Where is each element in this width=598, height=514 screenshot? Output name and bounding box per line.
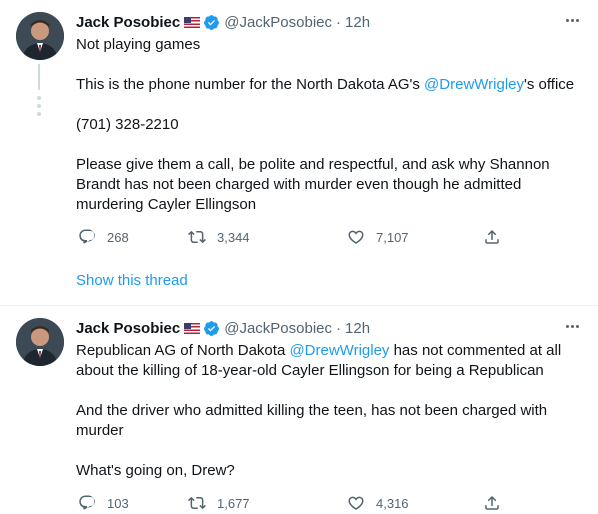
tweet-text: Republican AG of North Dakota @DrewWrigl… bbox=[76, 341, 586, 481]
tweet-line: Please give them a call, be polite and r… bbox=[76, 156, 550, 213]
reply-button[interactable]: 268 bbox=[78, 228, 129, 246]
text-segment: This is the phone number for the North D… bbox=[76, 76, 425, 93]
text-segment: Republican AG of North Dakota bbox=[76, 342, 290, 359]
tweet-line: And the driver who admitted killing the … bbox=[76, 402, 548, 439]
mention-link[interactable]: @DrewWrigley bbox=[424, 76, 524, 93]
timestamp[interactable]: 12h bbox=[345, 14, 370, 31]
share-button[interactable] bbox=[483, 228, 501, 246]
thread-line bbox=[38, 64, 40, 90]
like-count: 4,316 bbox=[376, 495, 409, 511]
tweet-line: (701) 328-2210 bbox=[76, 116, 179, 133]
like-button[interactable]: 7,107 bbox=[347, 228, 409, 246]
tweet-line: Not playing games bbox=[76, 36, 201, 53]
thread-connector bbox=[37, 96, 41, 120]
verified-badge-icon bbox=[204, 320, 220, 336]
verified-badge-icon bbox=[204, 14, 220, 30]
tweet-header: Jack Posobiec @JackPosobiec · 12h bbox=[76, 12, 370, 32]
tweet-line: What's going on, Drew? bbox=[76, 462, 235, 479]
us-flag-icon bbox=[184, 16, 201, 28]
text-segment: 's office bbox=[524, 76, 575, 93]
share-icon bbox=[485, 495, 499, 510]
retweet-button[interactable]: 3,344 bbox=[188, 228, 250, 246]
timestamp[interactable]: 12h bbox=[345, 320, 370, 337]
author-name[interactable]: Jack Posobiec bbox=[76, 14, 180, 31]
tweet-actions: 268 3,344 7,107 bbox=[76, 227, 516, 247]
reply-count: 268 bbox=[107, 229, 129, 245]
reply-icon bbox=[79, 495, 95, 510]
more-options-icon[interactable] bbox=[562, 316, 582, 336]
tweet-line: This is the phone number for the North D… bbox=[76, 75, 586, 95]
retweet-icon bbox=[188, 496, 206, 510]
tweet-actions: 103 1,677 4,316 bbox=[76, 493, 516, 513]
author-name[interactable]: Jack Posobiec bbox=[76, 320, 180, 337]
author-handle[interactable]: @JackPosobiec bbox=[224, 320, 332, 337]
reply-icon bbox=[79, 229, 95, 244]
tweet-line: Republican AG of North Dakota @DrewWrigl… bbox=[76, 341, 586, 381]
reply-count: 103 bbox=[107, 495, 129, 511]
retweet-button[interactable]: 1,677 bbox=[188, 494, 250, 512]
us-flag-icon bbox=[184, 322, 201, 334]
avatar[interactable] bbox=[16, 12, 64, 60]
like-icon bbox=[348, 230, 364, 244]
mention-link[interactable]: @DrewWrigley bbox=[289, 342, 389, 359]
tweet[interactable]: Jack Posobiec @JackPosobiec · 12h Republ… bbox=[0, 306, 598, 514]
like-button[interactable]: 4,316 bbox=[347, 494, 409, 512]
retweet-count: 1,677 bbox=[217, 495, 250, 511]
share-icon bbox=[485, 229, 499, 244]
retweet-icon bbox=[188, 230, 206, 244]
like-count: 7,107 bbox=[376, 229, 409, 245]
more-options-icon[interactable] bbox=[562, 10, 582, 30]
like-icon bbox=[348, 496, 364, 510]
author-handle[interactable]: @JackPosobiec bbox=[224, 14, 332, 31]
reply-button[interactable]: 103 bbox=[78, 494, 129, 512]
retweet-count: 3,344 bbox=[217, 229, 250, 245]
tweet-header: Jack Posobiec @JackPosobiec · 12h bbox=[76, 318, 370, 338]
separator-dot: · bbox=[336, 13, 342, 31]
share-button[interactable] bbox=[483, 494, 501, 512]
tweet[interactable]: Jack Posobiec @JackPosobiec · 12h Not pl… bbox=[0, 0, 598, 305]
separator-dot: · bbox=[336, 319, 342, 337]
show-thread-link[interactable]: Show this thread bbox=[76, 272, 188, 289]
tweet-text: Not playing games This is the phone numb… bbox=[76, 35, 586, 215]
avatar[interactable] bbox=[16, 318, 64, 366]
